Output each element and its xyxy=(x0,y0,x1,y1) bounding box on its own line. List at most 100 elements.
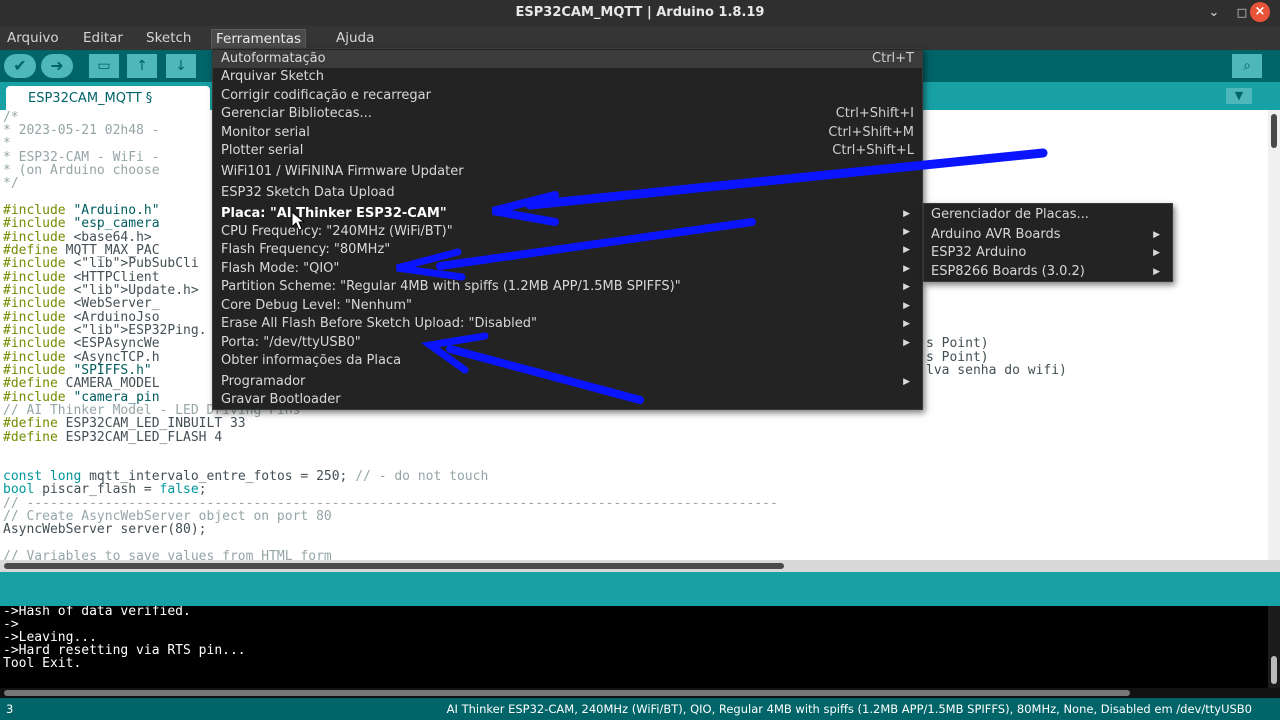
menu-item-partition-scheme[interactable]: Partition Scheme: "Regular 4MB with spif… xyxy=(213,278,922,296)
submenu-item-label: Gerenciador de Placas... xyxy=(931,207,1089,222)
submenu-arrow-icon: ▶ xyxy=(903,209,910,219)
menu-editar[interactable]: Editar xyxy=(79,29,127,49)
console-line: ->Hash of data verified. xyxy=(3,606,191,619)
board-status: AI Thinker ESP32-CAM, 240MHz (WiFi/BT), … xyxy=(446,702,1252,716)
menu-item-label: Flash Mode: "QIO" xyxy=(221,261,340,276)
submenu-item-label: ESP32 Arduino xyxy=(931,245,1027,260)
minimize-button[interactable]: ⌄ xyxy=(1204,3,1224,23)
submenu-arrow-icon: ▶ xyxy=(903,245,910,255)
menu-item-burn-bootloader[interactable]: Gravar Bootloader xyxy=(213,391,922,409)
code-line: #define ESP32CAM_LED_FLASH 4 xyxy=(3,430,223,445)
menu-item-label: Erase All Flash Before Sketch Upload: "D… xyxy=(221,316,537,331)
submenu-arrow-icon: ▶ xyxy=(903,319,910,329)
menu-item-autoformat[interactable]: Autoformatação Ctrl+T xyxy=(213,50,922,68)
menu-bar: Arquivo Editar Sketch Ferramentas Ajuda xyxy=(0,26,1280,50)
submenu-arrow-icon: ▶ xyxy=(903,301,910,311)
code-line: #include "esp_camera xyxy=(3,216,160,231)
mouse-cursor-icon xyxy=(291,211,305,231)
menu-item-flash-mode[interactable]: Flash Mode: "QIO" ▶ xyxy=(213,260,922,278)
menu-ajuda[interactable]: Ajuda xyxy=(332,29,378,49)
menu-item-flash-frequency[interactable]: Flash Frequency: "80MHz" ▶ xyxy=(213,241,922,259)
scroll-thumb[interactable] xyxy=(1271,114,1277,148)
close-button[interactable]: × xyxy=(1250,2,1270,22)
scroll-thumb[interactable] xyxy=(1271,656,1277,684)
menu-item-label: Monitor serial xyxy=(221,125,310,140)
menu-item-manage-libraries[interactable]: Gerenciar Bibliotecas... Ctrl+Shift+I xyxy=(213,105,922,123)
code-line: * 2023-05-21 02h48 - xyxy=(3,123,160,138)
menu-item-label: Programador xyxy=(221,374,306,389)
status-bar: 3 AI Thinker ESP32-CAM, 240MHz (WiFi/BT)… xyxy=(0,698,1280,720)
menu-item-board[interactable]: Placa: "AI Thinker ESP32-CAM" ▶ xyxy=(213,205,922,223)
verify-button[interactable]: ✔ xyxy=(4,54,36,78)
menu-item-fix-encoding[interactable]: Corrigir codificação e recarregar xyxy=(213,87,922,105)
window-title: ESP32CAM_MQTT | Arduino 1.8.19 xyxy=(515,5,765,20)
submenu-item-esp32-arduino[interactable]: ESP32 Arduino ▶ xyxy=(924,244,1172,262)
menu-item-shortcut: Ctrl+Shift+L xyxy=(832,143,914,158)
submenu-arrow-icon: ▶ xyxy=(903,377,910,387)
code-line: * xyxy=(3,136,11,151)
menu-item-label: Partition Scheme: "Regular 4MB with spif… xyxy=(221,279,681,294)
menu-item-label: Placa: "AI Thinker ESP32-CAM" xyxy=(221,206,447,221)
scroll-thumb[interactable] xyxy=(4,690,1130,696)
menu-item-archive-sketch[interactable]: Arquivar Sketch xyxy=(213,68,922,86)
menu-item-programmer[interactable]: Programador ▶ xyxy=(213,373,922,391)
code-text: ; xyxy=(198,482,207,497)
new-button[interactable]: ▭ xyxy=(89,54,119,78)
menu-item-shortcut: Ctrl+Shift+M xyxy=(828,125,914,140)
menu-item-data-upload[interactable]: ESP32 Sketch Data Upload xyxy=(213,184,922,202)
console-output[interactable]: ->Hash of data verified. -> ->Leaving...… xyxy=(0,606,1268,688)
code-keyword: bool xyxy=(3,482,35,497)
menu-item-firmware-updater[interactable]: WiFi101 / WiFiNINA Firmware Updater xyxy=(213,163,922,181)
menu-item-shortcut: Ctrl+Shift+I xyxy=(835,106,914,121)
menu-item-label: Flash Frequency: "80MHz" xyxy=(221,242,391,257)
submenu-item-arduino-avr[interactable]: Arduino AVR Boards ▶ xyxy=(924,226,1172,244)
code-line: #include <ESPAsyncWe xyxy=(3,336,160,351)
menu-item-port[interactable]: Porta: "/dev/ttyUSB0" ▶ xyxy=(213,334,922,352)
scroll-thumb[interactable] xyxy=(4,563,784,569)
code-fragment: lva senha do wifi) xyxy=(926,363,1067,378)
menu-item-label: Core Debug Level: "Nenhum" xyxy=(221,298,412,313)
code-line: AsyncWebServer server(80); xyxy=(3,522,207,537)
tab-menu-button[interactable]: ▼ xyxy=(1226,88,1252,104)
tools-dropdown-menu: Autoformatação Ctrl+T Arquivar Sketch Cor… xyxy=(212,48,923,410)
console-line: Tool Exit. xyxy=(3,656,82,671)
code-fragment: s Point) xyxy=(926,336,989,351)
menu-ferramentas[interactable]: Ferramentas xyxy=(211,29,307,49)
upload-button[interactable]: ➜ xyxy=(41,54,73,78)
serial-monitor-button[interactable]: ⌕ xyxy=(1232,54,1262,78)
submenu-arrow-icon: ▶ xyxy=(1153,248,1160,258)
menu-item-board-info[interactable]: Obter informações da Placa xyxy=(213,352,922,370)
submenu-item-label: ESP8266 Boards (3.0.2) xyxy=(931,264,1085,279)
submenu-item-esp8266[interactable]: ESP8266 Boards (3.0.2) ▶ xyxy=(924,263,1172,281)
menu-item-cpu-frequency[interactable]: CPU Frequency: "240MHz (WiFi/BT)" ▶ xyxy=(213,223,922,241)
board-submenu: Gerenciador de Placas... Arduino AVR Boa… xyxy=(923,203,1173,282)
title-bar: ESP32CAM_MQTT | Arduino 1.8.19 ⌄ □ × xyxy=(0,0,1280,26)
menu-item-core-debug-level[interactable]: Core Debug Level: "Nenhum" ▶ xyxy=(213,297,922,315)
submenu-arrow-icon: ▶ xyxy=(1153,230,1160,240)
tab-esp32cam-mqtt[interactable]: ESP32CAM_MQTT § xyxy=(6,86,210,110)
save-button[interactable]: ↓ xyxy=(166,54,196,78)
menu-sketch[interactable]: Sketch xyxy=(142,29,195,49)
menu-item-serial-monitor[interactable]: Monitor serial Ctrl+Shift+M xyxy=(213,124,922,142)
submenu-arrow-icon: ▶ xyxy=(903,227,910,237)
menu-arquivo[interactable]: Arquivo xyxy=(3,29,63,49)
menu-item-label: Obter informações da Placa xyxy=(221,353,402,368)
menu-item-shortcut: Ctrl+T xyxy=(872,51,914,66)
open-button[interactable]: ↑ xyxy=(127,54,157,78)
console-vertical-scrollbar[interactable] xyxy=(1268,606,1280,688)
editor-horizontal-scrollbar[interactable] xyxy=(0,560,1280,572)
menu-item-serial-plotter[interactable]: Plotter serial Ctrl+Shift+L xyxy=(213,142,922,160)
menu-item-erase-flash[interactable]: Erase All Flash Before Sketch Upload: "D… xyxy=(213,315,922,333)
menu-item-label: Autoformatação xyxy=(221,51,326,66)
code-comment: // - do not touch xyxy=(355,469,489,484)
console-horizontal-scrollbar[interactable] xyxy=(0,688,1280,698)
submenu-arrow-icon: ▶ xyxy=(1153,267,1160,277)
submenu-item-boards-manager[interactable]: Gerenciador de Placas... xyxy=(924,206,1172,224)
code-line: */ xyxy=(3,176,19,191)
code-text: piscar_flash = xyxy=(34,482,160,497)
submenu-arrow-icon: ▶ xyxy=(903,338,910,348)
menu-item-label: Arquivar Sketch xyxy=(221,69,325,84)
submenu-arrow-icon: ▶ xyxy=(903,282,910,292)
maximize-button[interactable]: □ xyxy=(1232,3,1252,23)
editor-vertical-scrollbar[interactable] xyxy=(1268,110,1280,560)
